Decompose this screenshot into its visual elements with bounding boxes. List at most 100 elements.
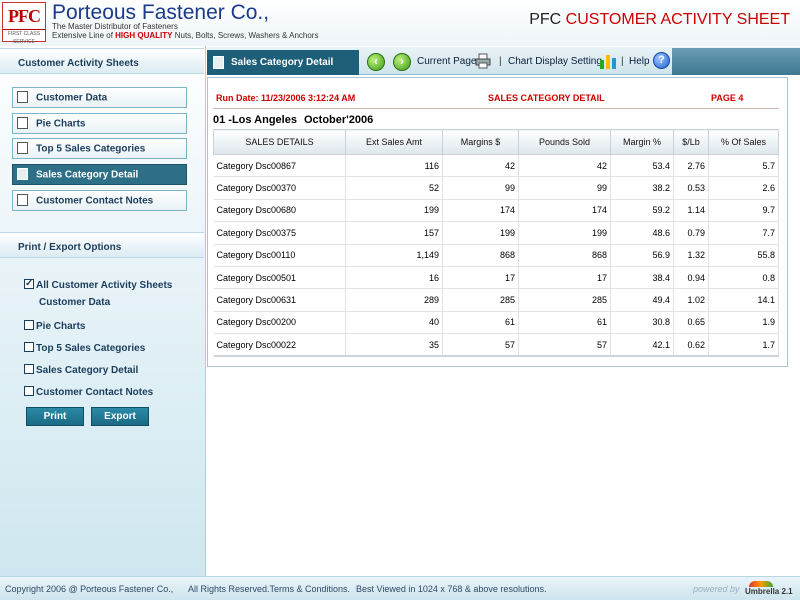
checkbox-icon[interactable] — [24, 386, 34, 397]
report-title: SALES CATEGORY DETAIL — [488, 93, 605, 103]
copyright-text: Copyright 2006 @ Porteous Fastener Co., — [5, 584, 174, 594]
column-header[interactable]: Margins $ — [442, 129, 519, 155]
table-row[interactable]: Category Dsc00867 116 42 42 53.4 2.76 5.7 — [213, 154, 779, 178]
option-label: Top 5 Sales Categories — [36, 343, 146, 354]
sales-detail-table: SALES DETAILS Ext Sales Amt Margins $ Po… — [213, 129, 779, 358]
value-cell: 1.32 — [673, 244, 709, 267]
document-icon — [17, 142, 28, 154]
document-icon — [17, 194, 28, 206]
chart-icon[interactable] — [599, 52, 617, 70]
value-cell: 40 — [345, 311, 443, 335]
column-header[interactable]: Pounds Sold — [518, 129, 611, 155]
value-cell: 9.7 — [708, 199, 779, 223]
value-cell: 17 — [518, 266, 611, 290]
value-cell: 99 — [442, 176, 519, 200]
table-row[interactable]: Category Dsc00370 52 99 99 38.2 0.53 2.6 — [213, 176, 779, 200]
printer-icon[interactable] — [475, 53, 491, 69]
tagline-highlight: HIGH QUALITY — [115, 31, 173, 40]
sidebar-item-contact-notes[interactable]: Customer Contact Notes — [12, 190, 187, 211]
table-header-row: SALES DETAILS Ext Sales Amt Margins $ Po… — [213, 129, 779, 155]
checkbox-icon[interactable]: ✓ — [24, 279, 34, 290]
option-label: All Customer Activity Sheets — [36, 280, 173, 291]
value-cell: 42 — [442, 154, 519, 178]
logo-tag: FIRST CLASS SERVICE — [3, 29, 45, 46]
sidebar-item-pie-charts[interactable]: Pie Charts — [12, 113, 187, 134]
sidebar-item-customer-data[interactable]: Customer Data — [12, 87, 187, 108]
checkbox-icon[interactable] — [24, 342, 34, 353]
column-header[interactable]: % Of Sales — [708, 129, 779, 155]
value-cell: 57 — [518, 333, 611, 358]
umbrella-label: Umbrella 2.1 — [745, 587, 793, 596]
option-label: Customer Contact Notes — [36, 387, 154, 398]
value-cell: 1.9 — [708, 311, 779, 335]
value-cell: 42 — [518, 154, 611, 178]
value-cell: 99 — [518, 176, 611, 200]
table-row[interactable]: Category Dsc00631 289 285 285 49.4 1.02 14.1 — [213, 288, 779, 312]
value-cell: 48.6 — [610, 221, 674, 245]
rights-text[interactable]: All Rights Reserved.Terms & Conditions. — [188, 584, 350, 594]
table-row[interactable]: Category Dsc00200 40 61 61 30.8 0.65 1.9 — [213, 311, 779, 335]
checkbox-icon[interactable] — [24, 364, 34, 375]
category-cell: Category Dsc00631 — [213, 288, 346, 312]
value-cell: 199 — [518, 221, 611, 245]
value-cell: 53.4 — [610, 154, 674, 178]
value-cell: 42.1 — [610, 333, 674, 358]
report-panel: Run Date: 11/23/2006 3:12:24 AM SALES CA… — [207, 77, 788, 367]
table-body: Category Dsc00867 116 42 42 53.4 2.76 5.7 Categ… — [213, 154, 779, 358]
current-page-link[interactable]: Current Page — [417, 56, 476, 67]
option-contact-notes[interactable]: Customer Contact Notes — [24, 386, 154, 398]
document-icon — [213, 56, 224, 69]
value-cell: 868 — [518, 244, 611, 267]
table-row[interactable]: Category Dsc00110 1,149 868 868 56.9 1.32 55.8 — [213, 244, 779, 267]
value-cell: 14.1 — [708, 288, 779, 312]
value-cell: 1.14 — [673, 199, 709, 223]
toolbar: Sales Category Detail ‹ › Current Page |… — [207, 47, 800, 75]
column-header[interactable]: Margin % — [610, 129, 674, 155]
value-cell: 30.8 — [610, 311, 674, 335]
value-cell: 285 — [442, 288, 519, 312]
column-header[interactable]: $/Lb — [673, 129, 709, 155]
tagline-suffix: Nuts, Bolts, Screws, Washers & Anchors — [172, 31, 319, 40]
option-sales-detail[interactable]: Sales Category Detail — [24, 364, 139, 376]
help-link[interactable]: Help — [629, 56, 650, 67]
table-row[interactable]: Category Dsc00022 35 57 57 42.1 0.62 1.7 — [213, 333, 779, 358]
option-top5-sales[interactable]: Top 5 Sales Categories — [24, 342, 146, 354]
help-icon[interactable]: ? — [653, 52, 670, 69]
value-cell: 56.9 — [610, 244, 674, 267]
column-header[interactable]: Ext Sales Amt — [345, 129, 443, 155]
option-all-sheets[interactable]: ✓ All Customer Activity Sheets — [24, 279, 173, 291]
value-cell: 289 — [345, 288, 443, 312]
sheets-panel-title: Customer Activity Sheets — [0, 48, 204, 74]
column-header[interactable]: SALES DETAILS — [213, 129, 346, 155]
table-row[interactable]: Category Dsc00375 157 199 199 48.6 0.79 7.7 — [213, 221, 779, 245]
back-arrow-icon[interactable]: ‹ — [367, 53, 385, 71]
company-logo[interactable]: PFC FIRST CLASS SERVICE — [2, 2, 46, 45]
sidebar-item-sales-category-detail[interactable]: Sales Category Detail — [12, 164, 187, 185]
option-label: Sales Category Detail — [36, 365, 139, 376]
toolbar-separator: | — [621, 56, 624, 67]
table-row[interactable]: Category Dsc00680 199 174 174 59.2 1.14 9.7 — [213, 199, 779, 223]
table-row[interactable]: Category Dsc00501 16 17 17 38.4 0.94 0.8 — [213, 266, 779, 290]
value-cell: 868 — [442, 244, 519, 267]
category-cell: Category Dsc00370 — [213, 176, 346, 200]
print-button[interactable]: Print — [26, 407, 84, 426]
value-cell: 1.7 — [708, 333, 779, 358]
category-cell: Category Dsc00680 — [213, 199, 346, 223]
value-cell: 57 — [442, 333, 519, 358]
value-cell: 38.4 — [610, 266, 674, 290]
export-button[interactable]: Export — [91, 407, 149, 426]
option-pie-charts[interactable]: Pie Charts — [24, 320, 85, 332]
sidebar-item-label: Top 5 Sales Categories — [36, 143, 146, 155]
sidebar-item-top5-sales[interactable]: Top 5 Sales Categories — [12, 138, 187, 159]
page-title-prefix: PFC — [529, 11, 566, 28]
chart-display-setting-link[interactable]: Chart Display Setting — [508, 56, 602, 67]
umbrella-logo[interactable]: Umbrella 2.1 — [745, 581, 793, 596]
value-cell: 61 — [518, 311, 611, 335]
toolbar-separator: | — [499, 56, 502, 67]
value-cell: 2.76 — [673, 154, 709, 178]
option-sub-label: Customer Data — [39, 297, 111, 308]
forward-arrow-icon[interactable]: › — [393, 53, 411, 71]
tab-sales-category-detail[interactable]: Sales Category Detail — [207, 50, 359, 75]
value-cell: 0.65 — [673, 311, 709, 335]
checkbox-icon[interactable] — [24, 320, 34, 331]
